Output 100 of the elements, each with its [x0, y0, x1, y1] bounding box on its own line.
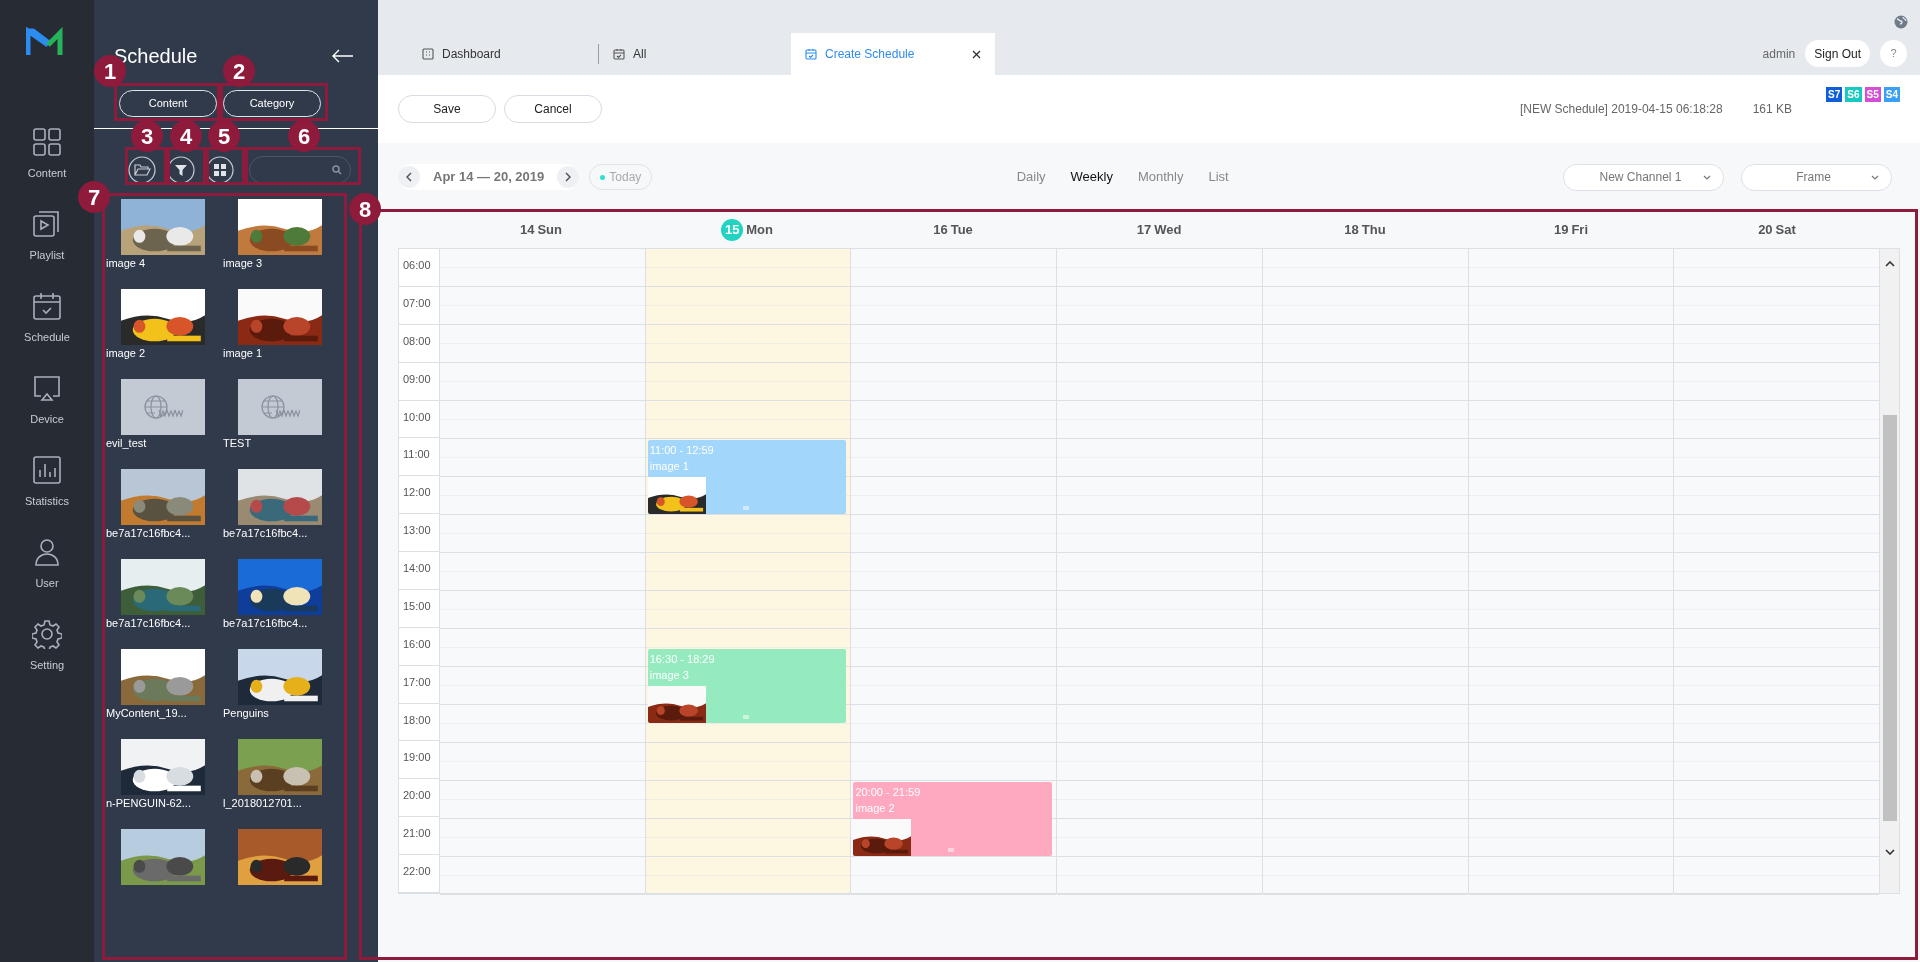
nav-item[interactable]: Setting	[0, 619, 94, 701]
day-name: Sat	[1775, 220, 1796, 239]
previous-button[interactable]	[398, 166, 420, 188]
schedule-info: [NEW Schedule] 2019-04-15 06:18:28	[1519, 101, 1723, 118]
close-icon[interactable]	[972, 49, 981, 59]
thumbnail-label: evil_test	[105, 436, 147, 451]
hour-label: 13:00	[403, 524, 431, 537]
event-time: 20:00 - 21:59	[854, 785, 922, 800]
drag-handle-icon[interactable]	[742, 506, 749, 510]
thumbnail-label: TEST	[222, 436, 252, 451]
thumbnail-label: image 1	[222, 346, 263, 361]
bar-chart-icon	[32, 455, 62, 485]
nav-item[interactable]: Schedule	[0, 291, 94, 373]
help-button[interactable]: ?	[1880, 40, 1907, 67]
thumbnail-label: be7a17c16fbc4...	[222, 616, 308, 631]
thumbnail-label: MyContent_19...	[105, 706, 187, 721]
day-date: 14	[520, 220, 535, 239]
search-icon	[332, 165, 342, 175]
drag-handle-icon[interactable]	[948, 848, 955, 852]
day-date: 18	[1344, 220, 1359, 239]
hour-label: 10:00	[403, 410, 431, 423]
thumbnail-label: be7a17c16fbc4...	[105, 526, 191, 541]
day-date: 16	[933, 220, 948, 239]
chevron-left-icon	[406, 172, 412, 182]
back-arrow-icon[interactable]	[332, 49, 354, 63]
day-date: 17	[1136, 220, 1152, 239]
nav-item[interactable]: Device	[0, 373, 94, 455]
calendar-icon	[32, 291, 62, 321]
thumbnail-label: image 3	[222, 256, 263, 271]
sidebar-title: Schedule	[114, 44, 198, 67]
dropdown[interactable]: Frame	[1741, 163, 1892, 191]
hour-label: 17:00	[403, 675, 431, 688]
thumbnail-label: Penguins	[222, 706, 269, 721]
thumbnail-label: be7a17c16fbc4...	[222, 526, 308, 541]
today-date-badge: 15	[721, 218, 744, 241]
view-tab[interactable]: Weekly	[1070, 167, 1113, 187]
event-title: image 3	[648, 668, 690, 683]
day-name: Thu	[1361, 220, 1386, 239]
monitor-icon	[32, 373, 62, 403]
hour-label: 11:00	[403, 448, 430, 461]
thumbnail-label: n-PENGUIN-62...	[105, 796, 191, 811]
file-size: 161 KB	[1752, 101, 1793, 118]
chevron-down-icon[interactable]	[1884, 849, 1895, 855]
chevron-right-icon	[565, 172, 572, 182]
drag-handle-icon[interactable]	[742, 715, 749, 719]
hour-label: 18:00	[403, 713, 431, 726]
scrollbar[interactable]	[1879, 249, 1900, 893]
day-date: 20	[1758, 220, 1773, 239]
tab[interactable]: All	[599, 33, 789, 75]
web-thumbnail[interactable]	[120, 379, 205, 435]
event-title: image 1	[648, 459, 690, 474]
user-icon	[32, 537, 62, 567]
web-thumbnail[interactable]	[237, 379, 322, 435]
day-name: Wed	[1154, 220, 1182, 239]
event-time: 11:00 - 12:59	[648, 443, 715, 458]
chevron-down-icon	[1871, 174, 1879, 180]
nav-item[interactable]: Statistics	[0, 455, 94, 537]
settings-icon	[32, 619, 62, 649]
chevron-up-icon[interactable]	[1884, 261, 1895, 267]
hour-label: 19:00	[403, 751, 431, 764]
device-badge: S6	[1845, 86, 1862, 102]
thumbnail-label: be7a17c16fbc4...	[105, 616, 191, 631]
hour-label: 12:00	[403, 486, 431, 499]
calendar-icon	[805, 48, 817, 60]
hour-label: 08:00	[403, 334, 431, 347]
thumbnail-label: l_2018012701...	[222, 796, 302, 811]
thumbnail-label: image 2	[105, 346, 146, 361]
globe-icon[interactable]	[1894, 15, 1908, 29]
web-globe-icon	[259, 394, 300, 420]
calendar-icon	[613, 48, 625, 60]
next-button[interactable]	[557, 166, 580, 188]
sign-out-button[interactable]: Sign Out	[1805, 40, 1870, 67]
day-date: 19	[1553, 220, 1569, 239]
folder-icon[interactable]	[128, 156, 156, 184]
hour-label: 21:00	[403, 827, 431, 840]
web-globe-icon	[142, 394, 183, 420]
device-badge: S7	[1826, 86, 1843, 102]
grid-view-icon[interactable]	[206, 156, 234, 184]
grid-icon	[32, 127, 62, 157]
device-badge: S4	[1883, 86, 1900, 102]
dropdown[interactable]: New Channel 1	[1563, 163, 1724, 191]
day-name: Mon	[746, 220, 773, 239]
playlist-icon	[32, 209, 62, 239]
hour-label: 09:00	[403, 372, 431, 385]
chevron-down-icon	[1703, 174, 1711, 180]
hour-label: 15:00	[403, 599, 431, 612]
nav-item[interactable]: User	[0, 537, 94, 619]
filter-icon[interactable]	[167, 156, 195, 184]
hour-label: 07:00	[403, 296, 431, 309]
day-name: Sun	[537, 220, 562, 239]
tab[interactable]: Dashboard	[408, 33, 598, 75]
hour-label: 22:00	[403, 865, 431, 877]
tab[interactable]: Create Schedule	[791, 33, 995, 75]
dashboard-icon	[422, 48, 434, 60]
device-badge: S5	[1864, 86, 1881, 102]
day-name: Fri	[1571, 220, 1589, 239]
hour-label: 06:00	[403, 259, 431, 271]
hour-label: 20:00	[403, 789, 431, 802]
user-name: admin	[1762, 45, 1796, 63]
date-range: Apr 14 — 20, 2019	[432, 168, 546, 187]
